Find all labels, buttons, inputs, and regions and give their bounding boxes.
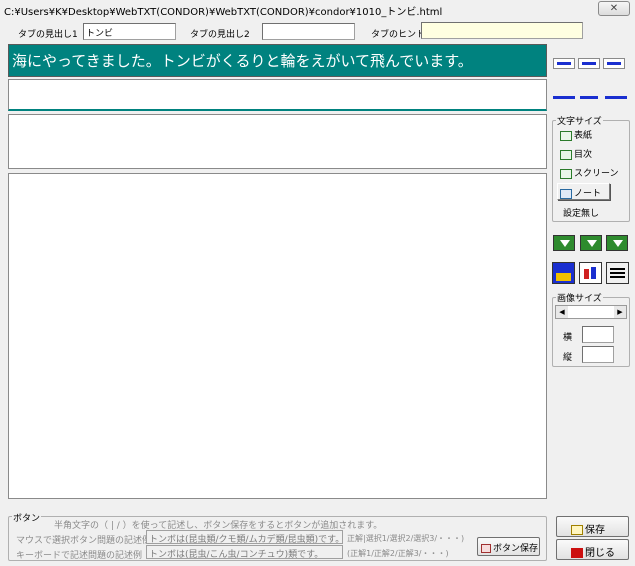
folder-open-icon [571, 525, 583, 535]
banner-text: 海にやってきました。トンビがくるりと輪をえがいて飛んでいます。 [12, 52, 473, 70]
image-size-scrollbar[interactable]: ◀ ▶ [555, 305, 627, 319]
arrow-down-icon [613, 240, 623, 247]
font-size-option-note[interactable]: ノート [557, 183, 610, 200]
close-button-label: 閉じる [585, 548, 615, 559]
tab-heading1-value: トンビ [86, 29, 114, 39]
keyboard-example-value: トンボは(昆虫/こん虫/コンチュウ)類です。 [149, 550, 324, 560]
close-icon [571, 548, 583, 558]
image-height-field[interactable] [582, 346, 614, 363]
layout-button-3[interactable] [603, 58, 625, 69]
keyboard-example-note: (正解1/正解2/正解3/・・・) [347, 549, 449, 558]
button-save-button[interactable]: ボタン保存 [477, 537, 540, 556]
image-size-group-title: 画像サイズ [556, 291, 603, 304]
option-label: スクリーン [574, 169, 619, 179]
option-label: 目次 [574, 150, 593, 160]
layout-button-5[interactable] [580, 93, 598, 99]
keyboard-example-label: キーボードで記述問題の記述例 [16, 551, 143, 561]
lines-icon-bar [610, 276, 625, 278]
lines-icon [610, 268, 625, 270]
layout-icon [607, 62, 621, 65]
mouse-example-label: マウスで選択ボタン問題の記述例 [16, 536, 152, 546]
tab-hint-field[interactable] [421, 22, 583, 39]
image-width-field[interactable] [582, 326, 614, 343]
close-button[interactable]: 閉じる [556, 539, 629, 560]
layout-icon [582, 62, 596, 65]
lines-tool-button[interactable] [606, 262, 629, 284]
move-down-button-1[interactable] [553, 235, 575, 251]
tab-heading2-label: タブの見出し2 [190, 30, 250, 40]
option-label: ノート [574, 189, 602, 199]
scroll-right-icon[interactable]: ▶ [614, 306, 626, 318]
arrow-down-icon [587, 240, 597, 247]
window-title: C:¥Users¥K¥Desktop¥WebTXT(CONDOR)¥WebTXT… [4, 7, 443, 18]
save-button-icon [481, 544, 491, 553]
body-textbox[interactable] [8, 173, 547, 499]
image-tool-button[interactable] [552, 262, 575, 284]
toc-icon [560, 149, 572, 160]
image-width-label: 横 [563, 333, 573, 343]
layout-button-2[interactable] [578, 58, 600, 69]
window-close-button[interactable]: ✕ [598, 1, 630, 16]
font-size-group-title: 文字サイズ [556, 114, 603, 127]
paint-icon [591, 267, 596, 279]
save-button[interactable]: 保存 [556, 516, 629, 537]
font-size-option-toc[interactable]: 目次 [560, 147, 592, 160]
lines-icon-bar [610, 272, 625, 274]
font-size-option-cover[interactable]: 表紙 [560, 128, 592, 141]
screen-icon [560, 168, 572, 179]
paint-icon [584, 269, 589, 279]
tab-hint-label: タブのヒント [371, 30, 426, 40]
layout-button-4[interactable] [553, 93, 575, 99]
mouse-example-note: 正解|選択1/選択2/選択3/・・・) [347, 534, 465, 543]
layout-button-1[interactable] [553, 58, 575, 69]
tab-heading1-label: タブの見出し1 [18, 30, 78, 40]
tab-heading2-field[interactable] [262, 23, 355, 40]
paint-tool-button[interactable] [579, 262, 602, 284]
layout-button-6[interactable] [605, 93, 627, 99]
scroll-left-icon[interactable]: ◀ [556, 306, 568, 318]
font-size-none[interactable]: 設定無し [563, 206, 599, 219]
heading-banner[interactable]: 海にやってきました。トンビがくるりと輪をえがいて飛んでいます。 [8, 44, 547, 77]
tab-heading1-field[interactable]: トンビ [83, 23, 176, 40]
note-icon [560, 188, 572, 199]
move-down-button-3[interactable] [606, 235, 628, 251]
cover-icon [560, 130, 572, 141]
title-bar: C:¥Users¥K¥Desktop¥WebTXT(CONDOR)¥WebTXT… [0, 0, 635, 18]
save-button-label: 保存 [585, 525, 605, 536]
option-label: 表紙 [574, 131, 593, 141]
mouse-example-field[interactable]: トンボは(昆虫類/クモ類/ムカデ類/昆虫類)です。 [146, 530, 345, 545]
button-save-label: ボタン保存 [493, 544, 539, 554]
move-down-button-2[interactable] [580, 235, 602, 251]
arrow-down-icon [560, 240, 570, 247]
keyboard-example-field[interactable]: トンボは(昆虫/こん虫/コンチュウ)類です。 [146, 545, 343, 560]
button-group-title: ボタン [12, 511, 42, 524]
folder-icon [556, 273, 571, 281]
close-icon: ✕ [609, 3, 619, 14]
layout-icon [557, 62, 571, 65]
mouse-example-value: トンボは(昆虫類/クモ類/ムカデ類/昆虫類)です。 [149, 535, 345, 545]
summary-textbox[interactable] [8, 114, 547, 169]
image-height-label: 縦 [563, 353, 573, 363]
subheading-textbox[interactable] [8, 79, 547, 111]
font-size-option-screen[interactable]: スクリーン [560, 166, 619, 179]
